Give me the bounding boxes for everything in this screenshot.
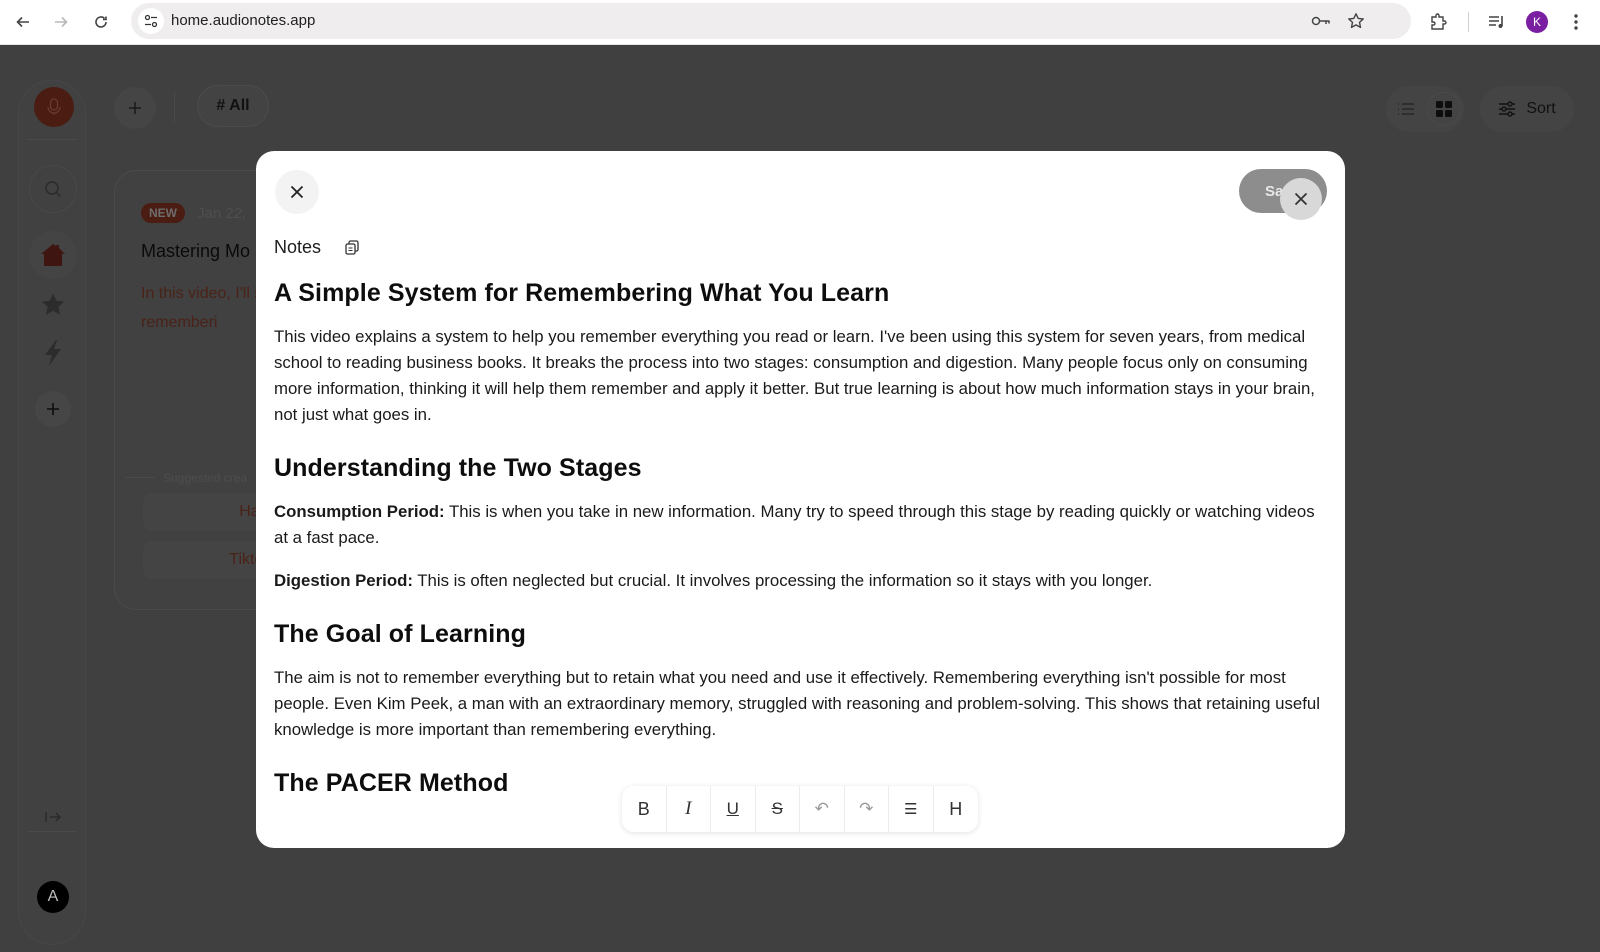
redo-icon: ↷	[859, 799, 874, 818]
bold-icon: B	[637, 798, 650, 819]
lightning-icon	[45, 340, 61, 366]
grid-icon	[1436, 101, 1452, 117]
plus-icon	[47, 403, 59, 415]
sidebar-divider	[27, 139, 77, 140]
digestion-text: This is often neglected but crucial. It …	[412, 571, 1153, 590]
consumption-label: Consumption Period:	[274, 502, 445, 521]
media-queue-button[interactable]	[1486, 11, 1508, 33]
expand-sidebar-icon	[45, 812, 62, 822]
sidebar-collapse-button[interactable]	[29, 793, 77, 841]
new-note-button[interactable]	[114, 87, 156, 129]
url-text[interactable]: home.audionotes.app	[171, 12, 315, 29]
undo-button[interactable]: ↶	[800, 786, 845, 832]
record-button[interactable]	[34, 87, 74, 127]
new-badge: NEW	[141, 203, 185, 223]
close-icon	[1294, 192, 1308, 206]
heading-button[interactable]: H	[934, 786, 979, 832]
grid-view-button[interactable]	[1427, 92, 1461, 126]
close-modal-button[interactable]	[275, 170, 319, 214]
bookmark-button[interactable]	[1346, 11, 1366, 31]
site-info-button[interactable]	[138, 8, 164, 34]
sidebar-item-home[interactable]	[29, 231, 77, 279]
search-icon	[45, 181, 61, 197]
undo-icon: ↶	[814, 799, 829, 818]
media-queue-icon	[1489, 16, 1503, 28]
back-icon	[16, 16, 29, 28]
password-key-icon	[1311, 16, 1330, 26]
format-toolbar: B I U S ↶ ↷ ☰ H	[622, 786, 978, 832]
kebab-menu-icon	[1574, 14, 1578, 30]
bullet-list-icon: ☰	[904, 801, 918, 818]
redo-button[interactable]: ↷	[845, 786, 889, 832]
suggested-label: Suggested crea	[163, 471, 248, 485]
list-icon	[1398, 103, 1414, 115]
browser-menu-button[interactable]	[1565, 11, 1587, 33]
close-icon	[290, 185, 304, 199]
notes-modal: Save Notes A Simple System for Rememberi…	[256, 151, 1345, 848]
notes-editor[interactable]: A Simple System for Remembering What You…	[274, 279, 1324, 801]
card-date: Jan 22,	[197, 205, 247, 222]
forward-icon	[55, 16, 68, 28]
sidebar-item-flash[interactable]	[29, 329, 77, 377]
strikethrough-button[interactable]: S	[756, 786, 800, 832]
profile-button[interactable]: K	[1526, 11, 1548, 33]
section-heading: Understanding the Two Stages	[274, 454, 642, 482]
toolbar-separator	[1468, 12, 1469, 32]
star-icon	[41, 293, 65, 315]
sort-button[interactable]: Sort	[1480, 86, 1574, 132]
sidebar-add-button[interactable]	[35, 391, 71, 427]
dismiss-overlay-button[interactable]	[1280, 178, 1322, 220]
intro-paragraph: This video explains a system to help you…	[274, 327, 1315, 424]
reload-button[interactable]	[90, 11, 112, 33]
password-key-button[interactable]	[1311, 11, 1331, 31]
site-info-icon	[144, 14, 158, 28]
address-bar[interactable]: home.audionotes.app	[131, 3, 1411, 39]
extensions-button[interactable]	[1427, 11, 1449, 33]
sliders-icon	[1499, 101, 1516, 117]
heading-icon: H	[949, 798, 963, 819]
underline-button[interactable]: U	[711, 786, 756, 832]
copy-icon	[345, 240, 359, 255]
forward-button[interactable]	[50, 11, 72, 33]
topbar-separator	[174, 92, 175, 122]
goal-paragraph: The aim is not to remember everything bu…	[274, 668, 1320, 739]
bold-button[interactable]: B	[622, 786, 667, 832]
sidebar-item-search[interactable]	[29, 165, 77, 213]
plus-icon	[129, 102, 141, 114]
reload-icon	[95, 16, 107, 28]
note-title: A Simple System for Remembering What You…	[274, 279, 890, 307]
bullet-list-button[interactable]: ☰	[889, 786, 934, 832]
user-avatar[interactable]: A	[37, 881, 69, 913]
card-title: Mastering Mo	[141, 241, 251, 261]
home-icon	[41, 244, 65, 266]
sidebar: A	[18, 80, 86, 945]
sort-label: Sort	[1526, 100, 1556, 117]
italic-icon: I	[685, 798, 692, 819]
sidebar-item-favorites[interactable]	[29, 281, 77, 329]
view-toggle	[1386, 86, 1464, 132]
bookmark-star-icon	[1348, 13, 1364, 29]
section-heading: The Goal of Learning	[274, 620, 527, 648]
back-button[interactable]	[12, 11, 34, 33]
extensions-icon	[1431, 13, 1447, 30]
digestion-paragraph: Digestion Period: This is often neglecte…	[274, 568, 1324, 594]
strikethrough-icon: S	[771, 799, 783, 818]
notes-section-label: Notes	[274, 237, 322, 257]
suggested-divider	[125, 477, 155, 478]
microphone-icon	[47, 98, 61, 115]
consumption-paragraph: Consumption Period: This is when you tak…	[274, 499, 1324, 551]
profile-avatar: K	[1526, 11, 1548, 33]
browser-toolbar: home.audionotes.app K	[0, 0, 1600, 45]
digestion-label: Digestion Period:	[274, 571, 413, 590]
underline-icon: U	[726, 799, 739, 818]
filter-chip-all[interactable]: # All	[197, 85, 269, 127]
italic-button[interactable]: I	[667, 786, 711, 832]
copy-button[interactable]	[345, 240, 361, 256]
list-view-button[interactable]	[1394, 97, 1418, 121]
